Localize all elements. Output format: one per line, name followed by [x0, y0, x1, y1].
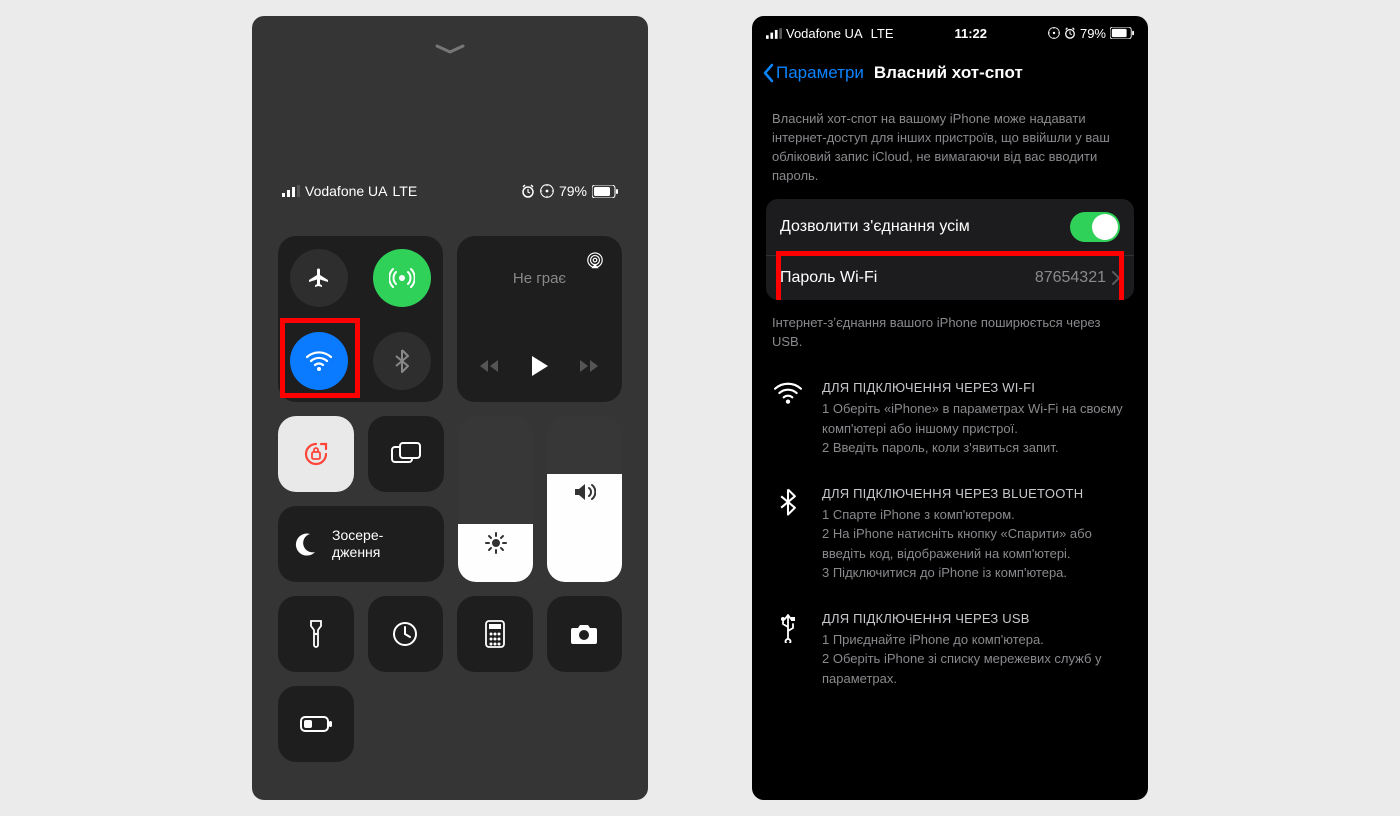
timer-button[interactable]: [368, 596, 444, 672]
location-icon: [540, 184, 554, 198]
volume-slider[interactable]: [547, 416, 622, 582]
airplane-toggle[interactable]: [290, 249, 348, 307]
rewind-icon[interactable]: [480, 359, 500, 373]
signal-icon: [766, 28, 782, 39]
wifi-password-value: 87654321: [1035, 269, 1106, 287]
bluetooth-toggle[interactable]: [373, 332, 431, 390]
network-label: LTE: [871, 26, 894, 41]
battery-icon: [1110, 27, 1134, 39]
battery-percent: 79%: [1080, 26, 1106, 41]
bt-header: ДЛЯ ПІДКЛЮЧЕННЯ ЧЕРЕЗ BLUETOOTH: [822, 486, 1128, 501]
allow-others-row[interactable]: Дозволити з'єднання усім: [766, 199, 1134, 255]
usb-icon: [772, 611, 804, 689]
wifi-icon: [772, 380, 804, 458]
bluetooth-icon: [772, 486, 804, 583]
wifi-password-label: Пароль Wi-Fi: [780, 269, 877, 287]
hotspot-settings-screenshot: Vodafone UA LTE 11:22 79% Параметри Влас…: [752, 16, 1148, 800]
flashlight-icon: [309, 619, 323, 649]
wifi-password-row[interactable]: Пароль Wi-Fi 87654321: [766, 255, 1134, 300]
moon-icon: [292, 531, 318, 557]
bt-step3: 3 Підключитися до iPhone із комп'ютера.: [822, 563, 1128, 583]
low-power-button[interactable]: [278, 686, 354, 762]
volume-icon: [574, 482, 596, 502]
orientation-lock-icon: [301, 439, 331, 469]
back-button[interactable]: Параметри: [762, 63, 864, 83]
orientation-lock-toggle[interactable]: [278, 416, 354, 492]
flashlight-button[interactable]: [278, 596, 354, 672]
carrier-label: Vodafone UA: [786, 26, 863, 41]
status-bar: Vodafone UA LTE 11:22 79%: [752, 16, 1148, 50]
brightness-slider[interactable]: [458, 416, 533, 582]
play-icon[interactable]: [532, 356, 548, 376]
bluetooth-icon: [395, 349, 409, 373]
wifi-step1: 1 Оберіть «iPhone» в параметрах Wi-Fi на…: [822, 399, 1128, 438]
wifi-instructions: ДЛЯ ПІДКЛЮЧЕННЯ ЧЕРЕЗ WI-FI 1 Оберіть «i…: [752, 366, 1148, 472]
clock: 11:22: [954, 26, 987, 41]
forward-icon[interactable]: [580, 359, 600, 373]
wifi-icon: [306, 351, 332, 371]
battery-icon: [300, 716, 332, 732]
wifi-header: ДЛЯ ПІДКЛЮЧЕННЯ ЧЕРЕЗ WI-FI: [822, 380, 1128, 395]
now-playing-label: Не грає: [457, 270, 622, 287]
calculator-icon: [485, 620, 505, 648]
timer-icon: [392, 621, 418, 647]
chevron-right-icon: [1112, 271, 1120, 285]
signal-icon: [282, 185, 300, 197]
usb-note: Інтернет-зʼєднання вашого iPhone поширює…: [752, 300, 1148, 366]
connectivity-panel[interactable]: [278, 236, 443, 402]
control-center-screenshot: Vodafone UA LTE 79%: [252, 16, 648, 800]
brightness-icon: [485, 532, 507, 554]
bt-step2: 2 На iPhone натисніть кнопку «Спарити» а…: [822, 524, 1128, 563]
allow-others-toggle[interactable]: [1070, 212, 1120, 242]
wifi-step2: 2 Введіть пароль, коли з'явиться запит.: [822, 438, 1128, 458]
bluetooth-instructions: ДЛЯ ПІДКЛЮЧЕННЯ ЧЕРЕЗ BLUETOOTH 1 Спарте…: [752, 472, 1148, 597]
usb-step2: 2 Оберіть iPhone зі списку мережевих слу…: [822, 649, 1128, 688]
hotspot-description: Власний хот-спот на вашому iPhone може н…: [752, 96, 1148, 199]
battery-percent: 79%: [559, 183, 587, 199]
allow-others-label: Дозволити з'єднання усім: [780, 218, 970, 236]
nav-bar: Параметри Власний хот-спот: [752, 50, 1148, 96]
network-label: LTE: [393, 183, 418, 199]
chevron-left-icon: [762, 63, 774, 83]
location-icon: [1048, 27, 1060, 39]
now-playing-panel[interactable]: Не грає: [457, 236, 622, 402]
focus-toggle[interactable]: Зосере- дження: [278, 506, 444, 582]
bt-step1: 1 Спарте iPhone з комп'ютером.: [822, 505, 1128, 525]
airplane-icon: [307, 266, 331, 290]
screen-mirroring-button[interactable]: [368, 416, 444, 492]
airplay-icon[interactable]: [586, 252, 604, 270]
camera-button[interactable]: [547, 596, 623, 672]
camera-icon: [570, 623, 598, 645]
usb-step1: 1 Приєднайте iPhone до комп'ютера.: [822, 630, 1128, 650]
carrier-label: Vodafone UA: [305, 183, 388, 199]
alarm-icon: [1064, 27, 1076, 39]
usb-header: ДЛЯ ПІДКЛЮЧЕННЯ ЧЕРЕЗ USB: [822, 611, 1128, 626]
status-bar: Vodafone UA LTE 79%: [252, 183, 648, 199]
alarm-icon: [521, 184, 535, 198]
page-title: Власний хот-спот: [874, 63, 1023, 83]
wifi-toggle[interactable]: [290, 332, 348, 390]
screen-mirror-icon: [391, 442, 421, 466]
back-label: Параметри: [776, 63, 864, 83]
calculator-button[interactable]: [457, 596, 533, 672]
battery-icon: [592, 185, 618, 198]
usb-instructions: ДЛЯ ПІДКЛЮЧЕННЯ ЧЕРЕЗ USB 1 Приєднайте i…: [752, 597, 1148, 703]
chevron-down-icon: [435, 44, 465, 54]
settings-list: Дозволити з'єднання усім Пароль Wi-Fi 87…: [766, 199, 1134, 300]
antenna-icon: [389, 265, 415, 291]
cellular-toggle[interactable]: [373, 249, 431, 307]
focus-label: Зосере- дження: [332, 527, 383, 561]
